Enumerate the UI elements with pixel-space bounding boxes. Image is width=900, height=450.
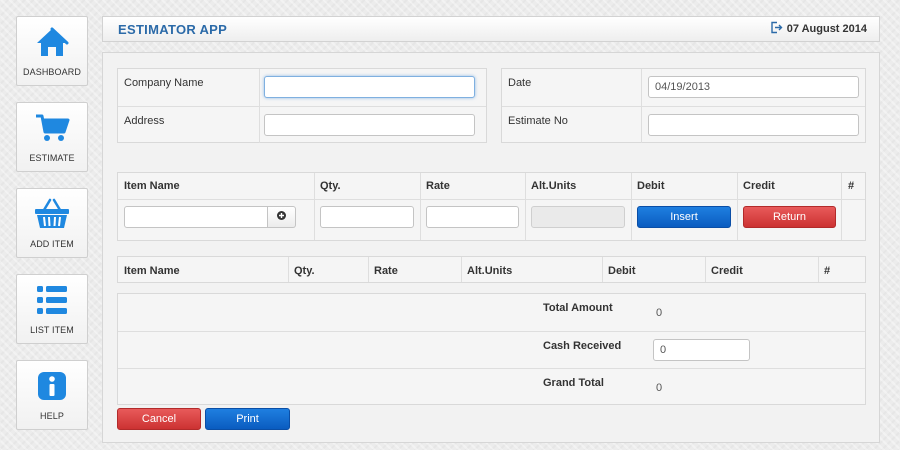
grand-total-value: 0	[656, 382, 663, 394]
sidebar-item-label: ADD ITEM	[30, 239, 74, 249]
cash-received-input[interactable]	[653, 339, 750, 361]
table-header-credit: Credit	[711, 265, 743, 277]
summary-table: Total Amount 0 Cash Received Grand Total…	[117, 293, 866, 405]
item-name-input[interactable]	[124, 206, 268, 228]
date-input[interactable]	[648, 76, 859, 98]
sidebar-item-dashboard[interactable]: DASHBOARD	[16, 16, 88, 86]
company-name-label: Company Name	[124, 77, 204, 89]
info-icon	[36, 361, 68, 411]
basket-icon	[33, 189, 71, 239]
qty-input[interactable]	[320, 206, 414, 228]
date-label: Date	[508, 77, 532, 89]
logout-icon[interactable]	[770, 21, 783, 37]
return-button[interactable]: Return	[743, 206, 836, 228]
sidebar: DASHBOARD ESTIMATE ADD ITEM LIST ITEM HE…	[16, 16, 88, 430]
print-button[interactable]: Print	[205, 408, 290, 430]
sidebar-item-help[interactable]: HELP	[16, 360, 88, 430]
alt-units-input	[531, 206, 625, 228]
estimate-no-label: Estimate No	[508, 115, 568, 127]
sidebar-item-add-item[interactable]: ADD ITEM	[16, 188, 88, 258]
table-header-hash: #	[824, 265, 831, 277]
sidebar-item-label: ESTIMATE	[29, 153, 75, 163]
col-credit: Credit	[743, 180, 775, 192]
cart-icon	[34, 103, 70, 153]
col-hash: #	[848, 180, 855, 192]
add-item-button[interactable]	[268, 206, 296, 228]
header-date: 07 August 2014	[770, 21, 867, 37]
current-date: 07 August 2014	[786, 23, 867, 35]
col-rate: Rate	[426, 180, 450, 192]
app-title: ESTIMATOR APP	[118, 21, 228, 37]
company-name-input[interactable]	[264, 76, 475, 98]
company-info-box: Company Name Address	[117, 68, 487, 143]
table-header-alt-units: Alt.Units	[467, 265, 513, 277]
home-icon	[35, 17, 69, 67]
table-header-rate: Rate	[374, 265, 398, 277]
app-header: ESTIMATOR APP 07 August 2014	[102, 16, 880, 42]
estimate-panel: Company Name Address Date Estimate No	[102, 52, 880, 443]
address-input[interactable]	[264, 114, 475, 136]
sidebar-item-estimate[interactable]: ESTIMATE	[16, 102, 88, 172]
sidebar-item-label: DASHBOARD	[23, 67, 81, 77]
table-header-qty: Qty.	[294, 265, 315, 277]
sidebar-item-list-item[interactable]: LIST ITEM	[16, 274, 88, 344]
sidebar-item-label: HELP	[40, 411, 64, 421]
estimate-info-box: Date Estimate No	[501, 68, 866, 143]
sidebar-item-label: LIST ITEM	[30, 325, 74, 335]
col-qty: Qty.	[320, 180, 341, 192]
cancel-button[interactable]: Cancel	[117, 408, 201, 430]
items-table: Item Name Qty. Rate Alt.Units Debit Cred…	[117, 256, 866, 283]
table-header-debit: Debit	[608, 265, 636, 277]
col-debit: Debit	[637, 180, 665, 192]
estimate-no-input[interactable]	[648, 114, 859, 136]
rate-input[interactable]	[426, 206, 519, 228]
col-alt-units: Alt.Units	[531, 180, 577, 192]
total-amount-label: Total Amount	[543, 302, 613, 314]
address-label: Address	[124, 115, 165, 127]
col-item-name: Item Name	[124, 180, 180, 192]
item-entry-table: Item Name Qty. Rate Alt.Units Debit Cred…	[117, 172, 866, 241]
table-header-item-name: Item Name	[124, 265, 180, 277]
insert-button[interactable]: Insert	[637, 206, 731, 228]
grand-total-label: Grand Total	[543, 377, 604, 389]
cash-received-label: Cash Received	[543, 340, 622, 352]
plus-circle-icon	[277, 211, 286, 223]
total-amount-value: 0	[656, 307, 663, 319]
list-icon	[35, 275, 69, 325]
